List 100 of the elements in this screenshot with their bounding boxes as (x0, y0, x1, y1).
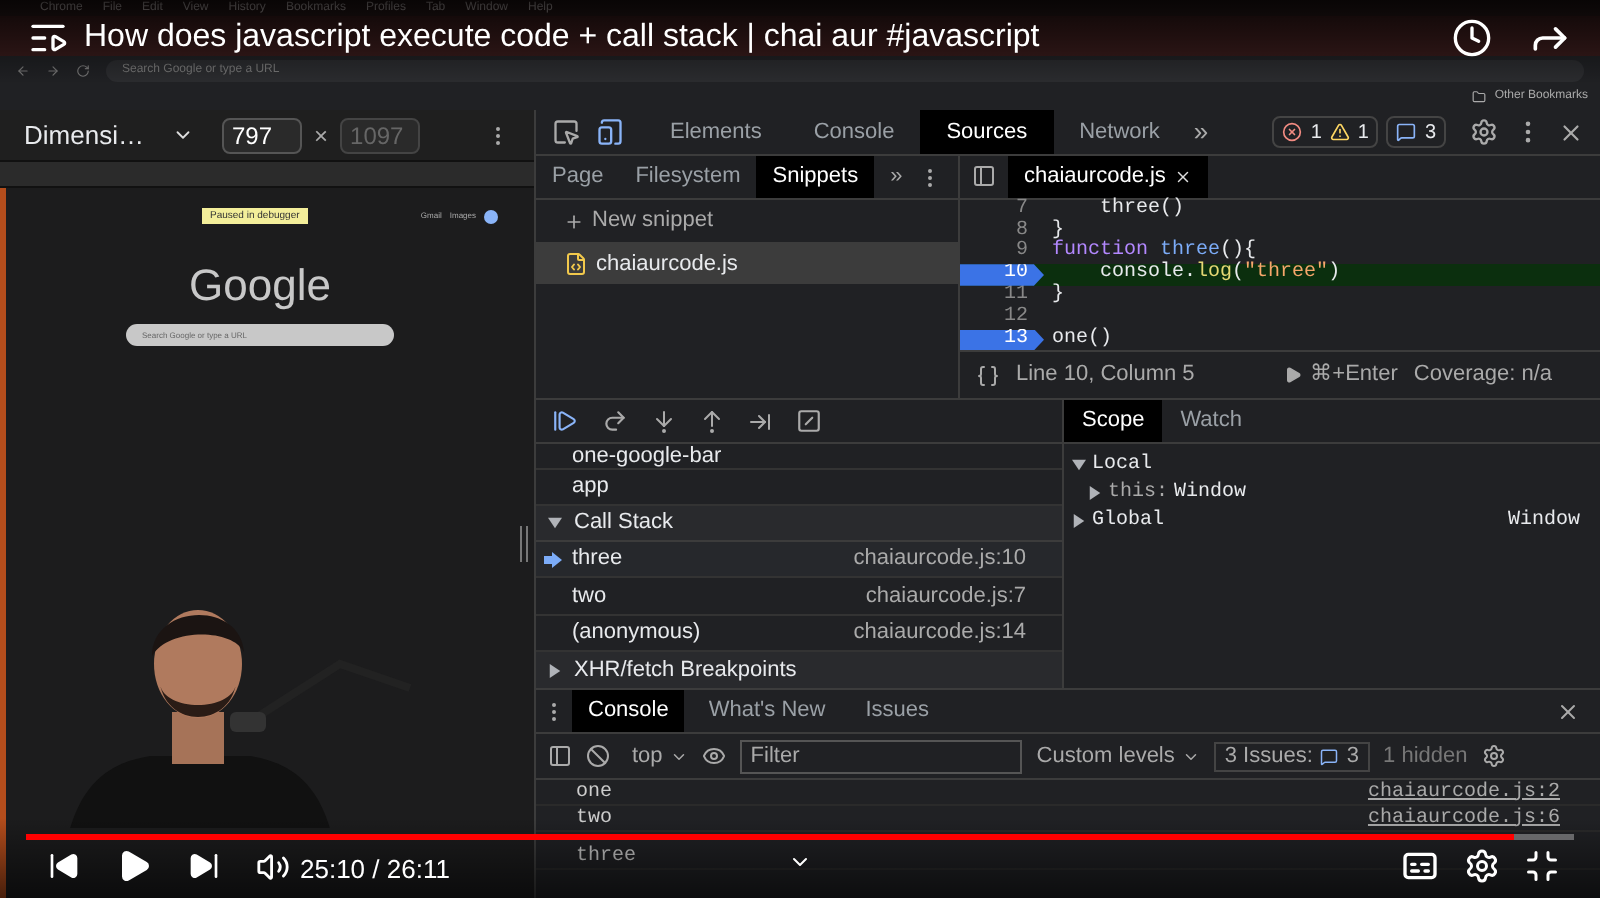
settings-icon[interactable] (1481, 744, 1506, 768)
tab[interactable]: Scope (1064, 400, 1163, 442)
pretty-print-icon[interactable] (976, 363, 1000, 388)
current-frame-arrow-icon (544, 551, 562, 567)
reload-icon[interactable] (76, 63, 90, 77)
issues-counter[interactable]: 3 (1386, 116, 1446, 148)
width-field[interactable]: 797 (222, 117, 302, 153)
log-message: two (576, 805, 613, 833)
line-number[interactable]: 8 (960, 221, 1044, 243)
deactivate-breakpoints-icon[interactable] (796, 408, 822, 434)
clear-console-icon[interactable] (586, 744, 610, 768)
tab[interactable]: Filesystem (619, 156, 757, 198)
levels-dropdown[interactable]: Custom levels (1036, 739, 1201, 773)
tab[interactable]: Snippets (756, 156, 875, 198)
hidden-count: 1 hidden (1383, 741, 1468, 772)
close-icon[interactable] (1173, 167, 1192, 186)
issues-button[interactable]: 3 Issues: 3 (1214, 741, 1370, 771)
previous-icon[interactable] (48, 850, 80, 882)
clock-icon[interactable] (1452, 18, 1492, 58)
navigator-toggle-icon[interactable] (972, 164, 996, 189)
close-icon[interactable] (1556, 699, 1580, 723)
log-message: three (576, 843, 637, 871)
back-icon[interactable] (16, 63, 30, 77)
dimension-separator: × (314, 119, 329, 153)
tab[interactable]: Network (1053, 110, 1186, 154)
cursor-position: Line 10, Column 5 (1016, 360, 1195, 391)
live-expression-icon[interactable] (702, 744, 727, 768)
filter-field[interactable]: Filter (740, 739, 1023, 773)
collapsed-arrow-icon[interactable] (548, 663, 562, 678)
settings-icon[interactable] (1470, 118, 1498, 146)
tab[interactable]: What's New (692, 690, 842, 732)
time-display: 25:10 / 26:11 (300, 852, 450, 888)
tab[interactable]: Watch (1162, 400, 1260, 442)
tab[interactable]: Issues (849, 690, 945, 732)
code-line: one() (1050, 329, 1113, 351)
line-number[interactable]: 7 (960, 199, 1044, 222)
google-logo: Google (189, 264, 331, 308)
line-number[interactable]: 9 (960, 242, 1044, 265)
avatar[interactable] (484, 209, 498, 223)
close-icon[interactable] (1558, 119, 1584, 145)
tab[interactable]: Console (572, 690, 685, 732)
property-value: Window (1174, 479, 1247, 507)
resize-handle[interactable] (520, 525, 528, 561)
context-dropdown[interactable]: top (624, 739, 689, 773)
warning-icon (1329, 122, 1350, 142)
height-field[interactable]: 1097 (340, 117, 421, 153)
tab[interactable]: Page (536, 156, 620, 198)
section-header[interactable]: Call Stack (574, 506, 674, 540)
more-tabs[interactable]: » (1193, 112, 1209, 152)
forward-icon[interactable] (46, 63, 60, 77)
code-line: three() (1098, 199, 1185, 222)
line-number[interactable]: 13 (960, 329, 1044, 351)
more-tabs[interactable]: » (890, 160, 903, 194)
play-icon[interactable] (116, 848, 152, 884)
resume-icon[interactable] (552, 408, 578, 434)
device-toggle-icon[interactable] (596, 118, 624, 146)
scope-name[interactable]: Global (1092, 505, 1165, 535)
warning-count: 1 (1357, 119, 1369, 147)
message-icon (1320, 747, 1339, 765)
issue-counters[interactable]: 1 1 (1272, 116, 1379, 148)
code-line: } (1050, 221, 1065, 242)
call-frame[interactable]: two chaiaurcode.js:7 (536, 578, 1062, 616)
log-message: one (576, 779, 613, 807)
inspect-icon[interactable] (552, 118, 580, 146)
step-into-icon[interactable] (652, 409, 676, 433)
property-name[interactable]: this: (1108, 477, 1169, 507)
expanded-arrow-icon[interactable] (1072, 457, 1086, 471)
device-preset-dropdown[interactable]: Dimensi… (24, 115, 160, 155)
source-link[interactable]: chaiaurcode.js:6 (1367, 803, 1560, 833)
line-number[interactable]: 11 (960, 285, 1044, 308)
step-icon[interactable] (748, 409, 772, 433)
code-line: console.log("three") (1098, 264, 1341, 286)
message-icon (1396, 122, 1417, 142)
listener-item[interactable]: one-google-bar (536, 444, 1062, 470)
code-line: } (1050, 285, 1065, 308)
step-out-icon[interactable] (700, 409, 724, 433)
tab[interactable]: Console (787, 110, 921, 154)
file-icon (564, 252, 588, 276)
tab[interactable]: Elements (644, 110, 788, 154)
expanded-arrow-icon[interactable] (548, 515, 562, 530)
call-frame[interactable]: three chaiaurcode.js:10 (536, 541, 1062, 579)
collapsed-arrow-icon[interactable] (1088, 485, 1102, 499)
scope-value: Window (1507, 507, 1580, 535)
line-number[interactable]: 12 (960, 307, 1044, 329)
step-over-icon[interactable] (602, 408, 628, 434)
next-icon[interactable] (188, 850, 220, 882)
tab[interactable]: Sources (920, 110, 1054, 154)
snippet-file[interactable]: chaiaurcode.js (536, 244, 958, 284)
file-tab[interactable]: chaiaurcode.js (1008, 156, 1208, 198)
scope-name[interactable]: Local (1092, 449, 1153, 479)
code-line: function three(){ (1050, 242, 1257, 263)
run-button[interactable]: ⌘+Enter (1284, 358, 1398, 392)
folder-icon (1472, 90, 1487, 104)
error-count: 1 (1310, 119, 1322, 147)
collapsed-arrow-icon[interactable] (1072, 513, 1086, 527)
source-link[interactable]: chaiaurcode.js:2 (1367, 777, 1560, 807)
sidebar-toggle-icon[interactable] (548, 744, 572, 768)
volume-icon[interactable] (256, 849, 290, 883)
exit-fullscreen-icon[interactable] (1524, 848, 1560, 884)
play-icon (1284, 366, 1303, 385)
